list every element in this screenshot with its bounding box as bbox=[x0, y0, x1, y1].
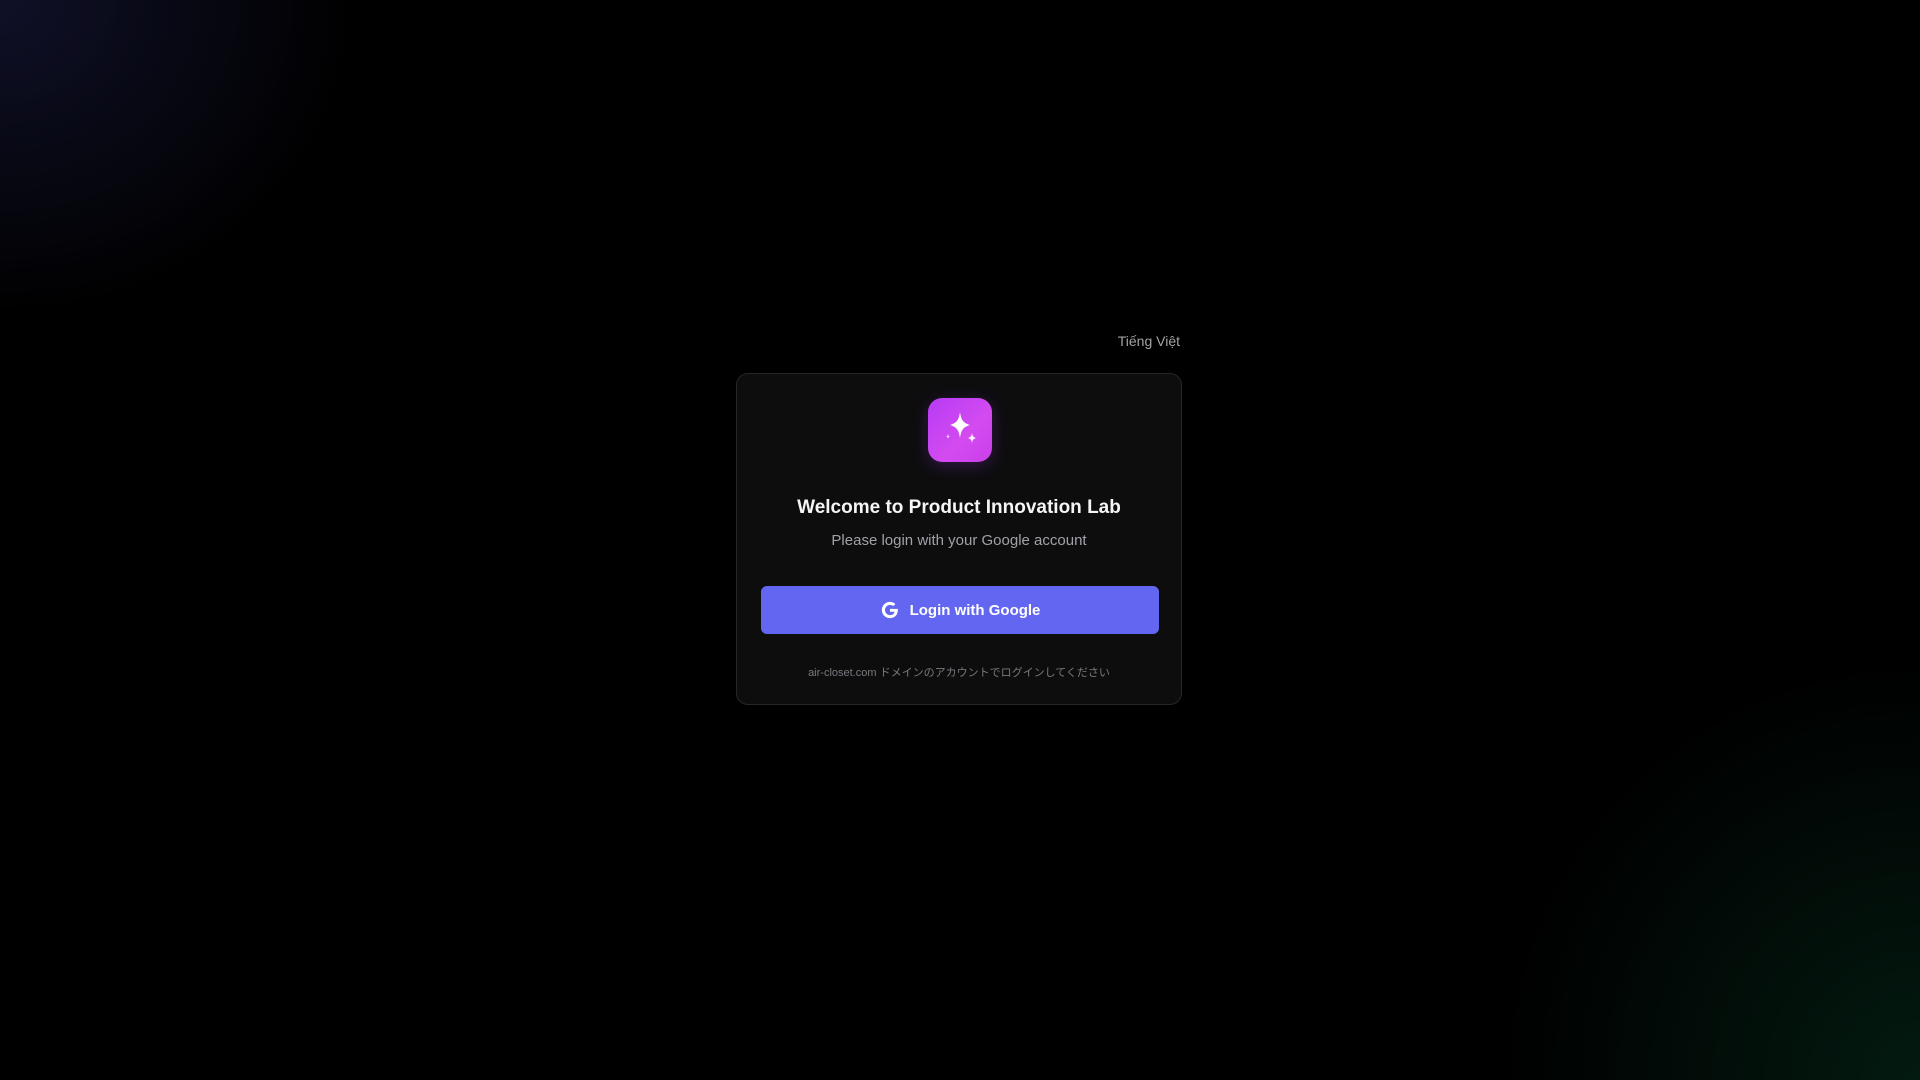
login-with-google-button[interactable]: Login with Google bbox=[761, 586, 1159, 634]
domain-notice: air-closet.com ドメインのアカウントでログインしてください bbox=[808, 667, 1110, 679]
google-g-icon bbox=[880, 600, 900, 620]
app-logo bbox=[928, 398, 992, 462]
login-page: Tiếng Việt Welcome to Product Innovation… bbox=[0, 0, 1920, 1080]
login-card: Welcome to Product Innovation Lab Please… bbox=[736, 373, 1182, 705]
page-title: Welcome to Product Innovation Lab bbox=[797, 497, 1121, 518]
language-switch[interactable]: Tiếng Việt bbox=[1100, 330, 1180, 352]
page-subtitle: Please login with your Google account bbox=[831, 532, 1087, 549]
login-button-label: Login with Google bbox=[909, 601, 1041, 619]
sparkles-icon bbox=[946, 412, 976, 443]
